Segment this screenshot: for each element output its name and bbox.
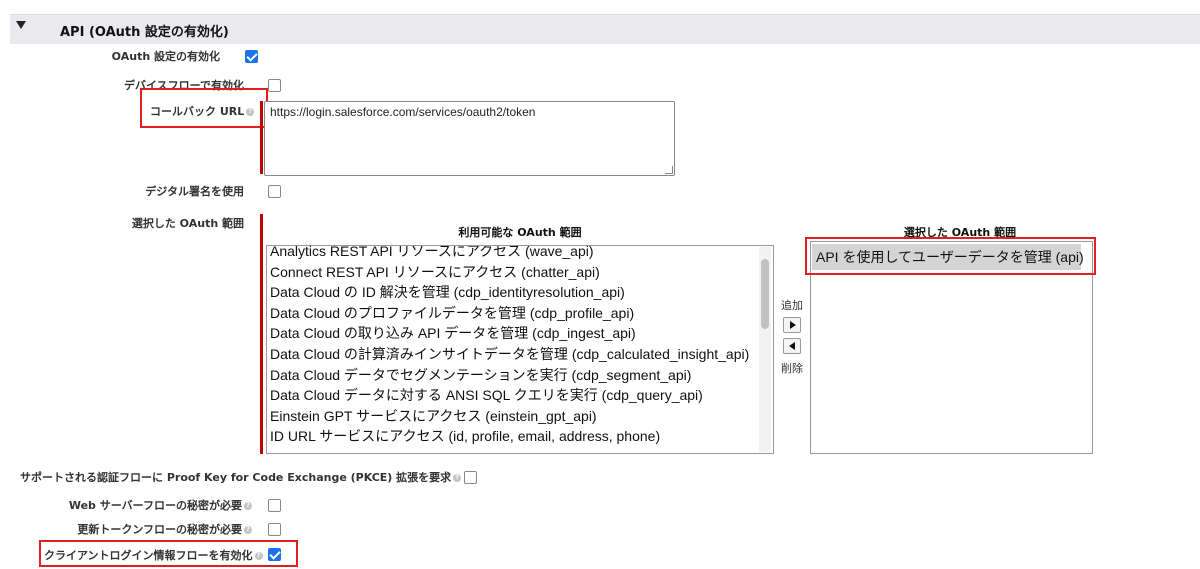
list-item[interactable]: Einstein GPT サービスにアクセス (einstein_gpt_api… bbox=[270, 406, 749, 427]
selected-scopes-label: 選択した OAuth 範囲 bbox=[131, 217, 244, 230]
help-icon[interactable]: ? bbox=[453, 474, 462, 482]
help-icon[interactable]: ? bbox=[244, 502, 252, 510]
list-item[interactable]: Data Cloud データでセグメンテーションを実行 (cdp_segment… bbox=[270, 365, 749, 386]
arrow-right-icon bbox=[790, 321, 796, 329]
available-scopes-items: Analytics REST API リソースにアクセス (wave_api) C… bbox=[270, 246, 749, 447]
required-indicator bbox=[260, 214, 263, 454]
pkce-label-text: サポートされる認証フローに Proof Key for Code Exchang… bbox=[20, 471, 452, 484]
resize-handle-icon[interactable] bbox=[665, 166, 673, 174]
help-icon[interactable]: ? bbox=[254, 552, 263, 560]
available-scopes-title: 利用可能な OAuth 範囲 bbox=[458, 226, 582, 239]
client-credentials-checkbox[interactable] bbox=[268, 548, 281, 561]
refresh-token-secret-label: 更新トークンフローの秘密が必要? bbox=[40, 521, 252, 537]
list-item[interactable]: ID URL サービスにアクセス (id, profile, email, ad… bbox=[270, 426, 749, 447]
section-header[interactable]: API (OAuth 設定の有効化) bbox=[10, 14, 1200, 44]
list-item[interactable]: Data Cloud のプロファイルデータを管理 (cdp_profile_ap… bbox=[270, 303, 749, 324]
digital-signature-label: デジタル署名を使用 bbox=[145, 185, 244, 198]
required-indicator bbox=[260, 101, 263, 174]
remove-label: 削除 bbox=[781, 362, 803, 375]
arrow-left-icon bbox=[789, 342, 795, 350]
client-credentials-label: クライアントログイン情報フローを有効化? bbox=[44, 547, 263, 563]
list-item[interactable]: Analytics REST API リソースにアクセス (wave_api) bbox=[270, 246, 749, 262]
digital-signature-checkbox[interactable] bbox=[268, 185, 281, 198]
web-server-secret-checkbox[interactable] bbox=[268, 499, 281, 512]
scrollbar-thumb[interactable] bbox=[761, 259, 769, 329]
callback-url-textarea[interactable]: https://login.salesforce.com/services/oa… bbox=[264, 101, 675, 176]
callback-url-label: コールバック URL? bbox=[150, 103, 255, 119]
scrollbar[interactable] bbox=[759, 247, 771, 452]
list-item[interactable]: Connect REST API リソースにアクセス (chatter_api) bbox=[270, 262, 749, 283]
add-label: 追加 bbox=[781, 299, 803, 312]
refresh-token-secret-label-text: 更新トークンフローの秘密が必要 bbox=[77, 523, 242, 536]
pkce-label: サポートされる認証フローに Proof Key for Code Exchang… bbox=[20, 469, 462, 485]
web-server-secret-label-text: Web サーバーフローの秘密が必要 bbox=[68, 499, 242, 512]
collapse-arrow-icon[interactable] bbox=[16, 21, 26, 29]
device-flow-checkbox[interactable] bbox=[268, 79, 281, 92]
section-title: API (OAuth 設定の有効化) bbox=[60, 25, 229, 40]
remove-button[interactable] bbox=[783, 338, 801, 354]
available-scopes-list[interactable]: Analytics REST API リソースにアクセス (wave_api) C… bbox=[266, 245, 774, 454]
callback-url-value: https://login.salesforce.com/services/oa… bbox=[270, 105, 536, 119]
enable-oauth-label: OAuth 設定の有効化 bbox=[111, 50, 220, 63]
pkce-checkbox[interactable] bbox=[464, 471, 477, 484]
list-item[interactable]: Data Cloud データに対する ANSI SQL クエリを実行 (cdp_… bbox=[270, 385, 749, 406]
add-button[interactable] bbox=[783, 317, 801, 333]
selected-scope-highlight bbox=[805, 237, 1096, 275]
list-item[interactable]: Data Cloud の取り込み API データを管理 (cdp_ingest_… bbox=[270, 323, 749, 344]
help-icon[interactable]: ? bbox=[244, 526, 252, 534]
callback-url-label-text: コールバック URL bbox=[150, 105, 245, 118]
list-item[interactable]: Data Cloud の ID 解決を管理 (cdp_identityresol… bbox=[270, 282, 749, 303]
list-item[interactable]: Data Cloud の計算済みインサイトデータを管理 (cdp_calcula… bbox=[270, 344, 749, 365]
refresh-token-secret-checkbox[interactable] bbox=[268, 523, 281, 536]
enable-oauth-checkbox[interactable] bbox=[245, 50, 258, 63]
client-credentials-label-text: クライアントログイン情報フローを有効化 bbox=[44, 549, 253, 562]
web-server-secret-label: Web サーバーフローの秘密が必要? bbox=[40, 497, 252, 513]
